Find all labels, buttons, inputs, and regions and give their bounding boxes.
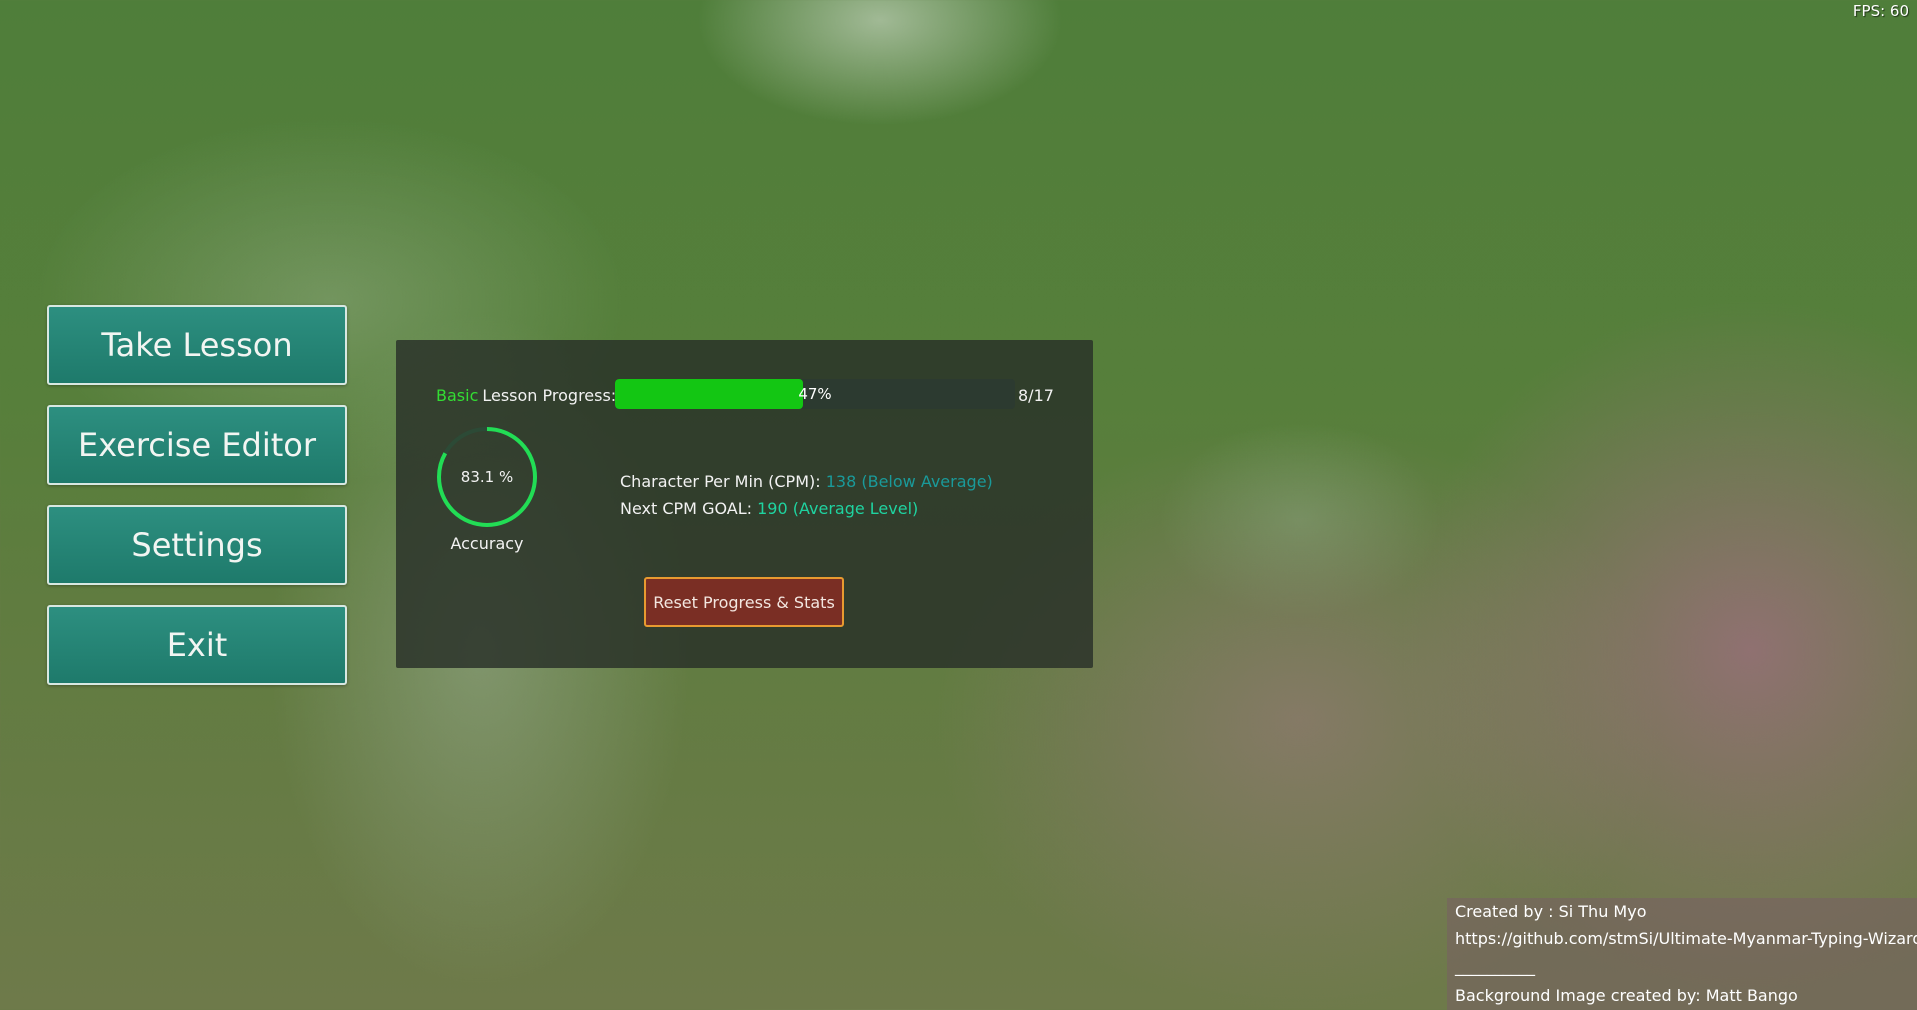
goal-row: Next CPM GOAL: 190 (Average Level) xyxy=(620,495,993,522)
credits-box: Created by : Si Thu Myo https://github.c… xyxy=(1447,898,1917,1010)
goal-value: 190 (Average Level) xyxy=(757,499,919,518)
lesson-progress-bar: 47% xyxy=(615,379,1015,409)
cpm-stats: Character Per Min (CPM): 138 (Below Aver… xyxy=(620,468,993,522)
exercise-editor-button[interactable]: Exercise Editor xyxy=(47,405,347,485)
cpm-row: Character Per Min (CPM): 138 (Below Aver… xyxy=(620,468,993,495)
goal-label: Next CPM GOAL: xyxy=(620,499,753,518)
reset-progress-button[interactable]: Reset Progress & Stats xyxy=(644,577,844,627)
credits-url[interactable]: https://github.com/stmSi/Ultimate-Myanma… xyxy=(1455,925,1917,952)
lesson-progress-label: Basic Lesson Progress: xyxy=(436,380,616,410)
progress-count: 8/17 xyxy=(1018,385,1054,405)
settings-button[interactable]: Settings xyxy=(47,505,347,585)
credits-background: Background Image created by: Matt Bango xyxy=(1455,986,1798,1005)
credits-separator: __________ xyxy=(1455,957,1535,976)
cpm-value: 138 (Below Average) xyxy=(825,472,993,491)
accuracy-value: 83.1 % xyxy=(460,468,514,486)
progress-label: Lesson Progress: xyxy=(482,385,617,405)
main-menu: Take Lesson Exercise Editor Settings Exi… xyxy=(47,305,347,705)
cpm-label: Character Per Min (CPM): xyxy=(620,472,821,491)
credits-author: Created by : Si Thu Myo xyxy=(1455,902,1647,921)
lesson-level: Basic xyxy=(436,385,479,405)
fps-counter: FPS: 60 xyxy=(1852,2,1909,20)
take-lesson-button[interactable]: Take Lesson xyxy=(47,305,347,385)
accuracy-label: Accuracy xyxy=(450,534,524,553)
exit-button[interactable]: Exit xyxy=(47,605,347,685)
stats-panel: Basic Lesson Progress: 47% 8/17 83.1 % A… xyxy=(396,340,1093,668)
progress-percent: 47% xyxy=(798,385,832,403)
